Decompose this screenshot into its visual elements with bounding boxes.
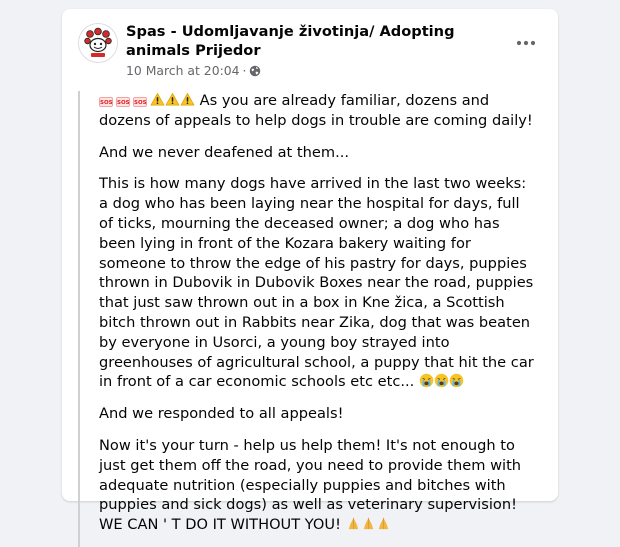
more-options-button[interactable] [512,29,540,57]
folded-hands-icon [363,518,373,530]
post-paragraph-5: Now it's your turn - help us help them! … [99,436,536,535]
sos-icon: SOS [99,97,113,107]
post-meta: 10 March at 20:04 · [126,63,261,79]
folded-hands-icon [378,518,388,530]
paragraph-text: Now it's your turn - help us help them! … [99,436,522,534]
more-options-icon [516,40,536,46]
post-paragraph-2: And we never deafened at them... [99,143,349,161]
warning-icon [180,93,195,106]
crying-face-icon [419,374,434,388]
post-paragraph-4: And we responded to all appeals! [99,405,344,423]
post-body: SOS SOS SOS As you are already familiar, d… [78,91,542,547]
post-header: Spas - Udomljavanje životinja/ Adopting … [78,21,542,81]
folded-hands-icon [348,518,358,530]
post-paragraph-1: SOS SOS SOS As you are already familiar, d… [99,91,536,131]
post-timestamp[interactable]: 10 March at 20:04 [126,63,240,79]
page-name-link[interactable]: Spas - Udomljavanje životinja/ Adopting … [126,22,486,60]
page-avatar[interactable] [78,23,118,63]
warning-icon [165,93,180,106]
globe-icon[interactable] [249,65,261,77]
meta-separator: · [242,63,247,78]
crying-face-icon [434,374,449,388]
warning-icon [150,93,165,106]
paragraph-text: This is how many dogs have arrived in th… [99,175,534,391]
post-paragraph-3: This is how many dogs have arrived in th… [99,174,536,392]
crying-face-icon [449,374,464,388]
sos-icon: SOS [116,97,130,107]
sos-icon: SOS [133,97,147,107]
paw-logo-icon [79,24,117,62]
post-card: Spas - Udomljavanje životinja/ Adopting … [62,9,558,547]
